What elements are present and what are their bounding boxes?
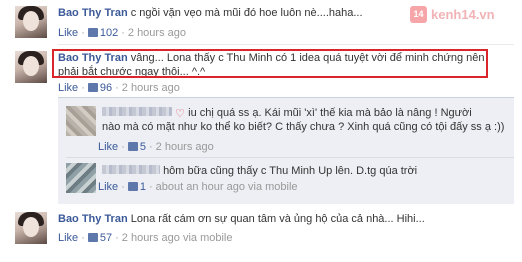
comment-body: Bao Thy Tran Lona rất cám ơn sự quan tâm…: [58, 212, 498, 226]
comment-time[interactable]: 2 hours ago: [122, 232, 180, 244]
comment-meta: Like · 102 · 2 hours ago: [58, 27, 186, 39]
comment-author[interactable]: Bao Thy Tran: [58, 7, 128, 19]
like-icon: [127, 142, 138, 151]
divider: [66, 157, 514, 158]
reply-source: via mobile: [248, 181, 298, 193]
like-link[interactable]: Like: [58, 82, 78, 94]
reply-time[interactable]: 2 hours ago: [156, 141, 214, 153]
like-link[interactable]: Like: [98, 141, 118, 153]
like-icon: [87, 83, 98, 92]
comment-source: via mobile: [182, 232, 233, 244]
comment-meta: Like · 96 · 2 hours ago: [58, 82, 180, 94]
kenh14-brand: kenh14.vn: [431, 7, 495, 22]
reply-body: ♡ iu chị quá ss ạ. Kái mũi 'xì' thế kia …: [102, 106, 514, 134]
highlight-box: [52, 49, 488, 78]
reply-meta: Like · 5 · 2 hours ago: [98, 141, 214, 153]
comment-time[interactable]: 2 hours ago: [128, 27, 186, 39]
avatar[interactable]: [15, 6, 47, 38]
comment-text: c ngồi vặn vẹo mà mũi đó hoe luôn nè....…: [130, 7, 363, 19]
reply-author-blurred[interactable]: [102, 165, 160, 174]
comment-body: Bao Thy Tran c ngồi vặn vẹo mà mũi đó ho…: [58, 6, 418, 20]
heart-icon: ♡: [175, 108, 185, 120]
reply-text: hôm bữa cũng thấy c Thu Minh Up lên. D.t…: [163, 165, 418, 177]
reply-text-line-1: iu chị quá ss ạ. Kái mũi 'xì' thế kia mà…: [188, 107, 472, 119]
avatar[interactable]: [15, 212, 47, 244]
reply-meta: Like · 1 · about an hour ago via mobile: [98, 181, 298, 193]
like-link[interactable]: Like: [58, 27, 78, 39]
reply-text-line-2: nào mà có mặt như ko thể ko biết? C thấy…: [102, 121, 505, 133]
like-count[interactable]: 57: [100, 232, 112, 244]
like-count[interactable]: 102: [100, 27, 118, 39]
like-icon: [127, 182, 138, 191]
like-link[interactable]: Like: [98, 181, 118, 193]
comment-author[interactable]: Bao Thy Tran: [58, 213, 128, 225]
reply-body: hôm bữa cũng thấy c Thu Minh Up lên. D.t…: [102, 164, 514, 178]
reply-time[interactable]: about an hour ago: [156, 181, 245, 193]
like-count[interactable]: 96: [100, 82, 112, 94]
comment-meta: Like · 57 · 2 hours ago via mobile: [58, 232, 233, 244]
comment-text: Lona rất cám ơn sự quan tâm và ủng hộ củ…: [130, 213, 425, 225]
avatar[interactable]: [66, 163, 96, 193]
kenh14-watermark: 14 kenh14.vn: [410, 6, 514, 23]
like-link[interactable]: Like: [58, 232, 78, 244]
divider: [58, 44, 514, 45]
avatar[interactable]: [66, 106, 96, 136]
comment-time[interactable]: 2 hours ago: [122, 82, 180, 94]
reply-author-blurred[interactable]: [102, 107, 172, 116]
like-icon: [87, 233, 98, 242]
like-icon: [87, 28, 98, 37]
avatar[interactable]: [15, 51, 47, 83]
